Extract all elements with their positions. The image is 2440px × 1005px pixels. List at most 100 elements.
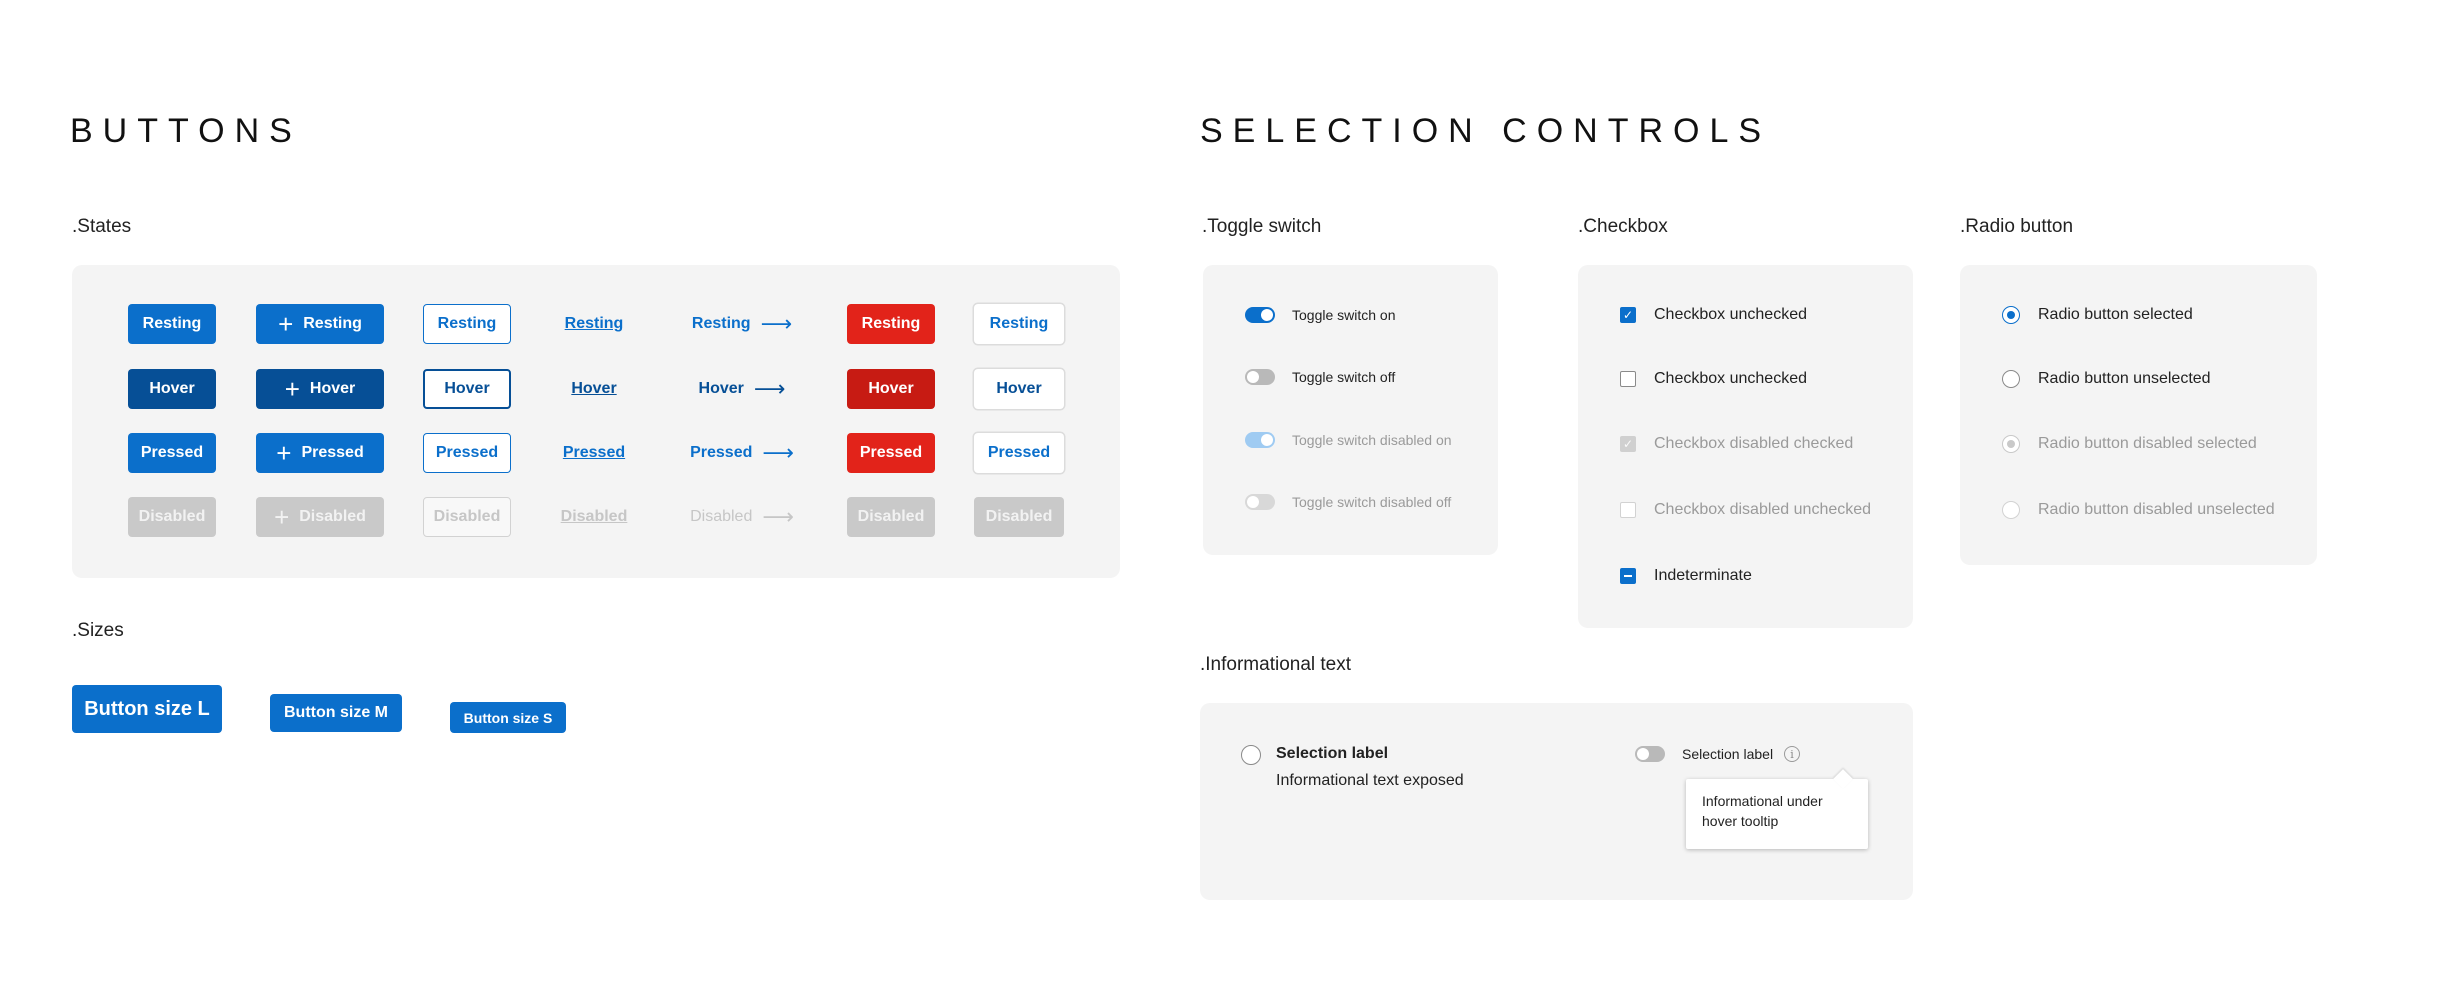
button-label: Resting xyxy=(691,315,751,332)
icon-button-pressed[interactable]: + Pressed xyxy=(256,433,384,473)
link-button-hover[interactable]: Hover xyxy=(550,369,638,409)
plus-icon: + xyxy=(276,438,292,468)
toggle-subtitle: .Toggle switch xyxy=(1202,216,1322,237)
button-label: Pressed xyxy=(435,444,499,461)
checkbox-subtitle: .Checkbox xyxy=(1578,216,1668,237)
danger-button-disabled: Disabled xyxy=(847,497,935,537)
toggle-switch-off[interactable] xyxy=(1245,369,1275,385)
selection-radio[interactable] xyxy=(1241,745,1261,765)
toggle-label: Toggle switch disabled on xyxy=(1292,432,1452,448)
button-label: Hover xyxy=(149,380,195,397)
tooltip-text: Informational under hover tooltip xyxy=(1702,793,1823,829)
states-subtitle: .States xyxy=(72,216,132,237)
button-label: Disabled xyxy=(433,508,501,525)
selection-section-title: SELECTION CONTROLS xyxy=(1200,112,1772,150)
button-label: Disabled xyxy=(560,508,628,525)
danger-button-pressed[interactable]: Pressed xyxy=(847,433,935,473)
button-size-l[interactable]: Button size L xyxy=(72,685,222,733)
outline-button-disabled: Disabled xyxy=(423,497,511,537)
button-label: Hover xyxy=(444,380,490,397)
button-label: Hover xyxy=(996,380,1042,397)
arrow-button-resting[interactable]: Resting ⟶ xyxy=(686,304,798,344)
info-icon[interactable]: i xyxy=(1784,746,1800,762)
primary-button-pressed[interactable]: Pressed xyxy=(128,433,216,473)
checkbox-label: Indeterminate xyxy=(1654,567,1752,584)
button-label: Pressed xyxy=(987,444,1051,461)
radio-selected[interactable] xyxy=(2002,306,2020,324)
toggle-switch-on[interactable] xyxy=(1245,307,1275,323)
radio-label: Radio button selected xyxy=(2038,306,2193,323)
icon-button-resting[interactable]: + Resting xyxy=(256,304,384,344)
arrow-right-icon: ⟶ xyxy=(762,440,794,465)
arrow-right-icon: ⟶ xyxy=(760,311,793,336)
button-label: Pressed xyxy=(690,444,753,461)
informational-text: Informational text exposed xyxy=(1276,772,1464,789)
arrow-right-icon: ⟶ xyxy=(753,376,786,401)
selection-label: Selection label xyxy=(1276,745,1389,762)
radio-label: Radio button disabled unselected xyxy=(2038,501,2275,518)
icon-button-hover[interactable]: + Hover xyxy=(256,369,384,409)
sizes-subtitle: .Sizes xyxy=(72,620,124,641)
button-size-m[interactable]: Button size M xyxy=(270,694,402,732)
button-label: Resting xyxy=(437,315,497,332)
selection-toggle[interactable] xyxy=(1635,746,1665,762)
danger-button-hover[interactable]: Hover xyxy=(847,369,935,409)
toggle-label: Toggle switch off xyxy=(1292,369,1396,385)
toggle-label: Toggle switch disabled off xyxy=(1292,494,1452,510)
button-size-s[interactable]: Button size S xyxy=(450,702,566,733)
primary-button-resting[interactable]: Resting xyxy=(128,304,216,344)
outline-button-resting[interactable]: Resting xyxy=(423,304,511,344)
link-button-resting[interactable]: Resting xyxy=(550,304,638,344)
button-label: Pressed xyxy=(859,444,923,461)
checkbox-label: Checkbox unchecked xyxy=(1654,370,1807,387)
checkbox-disabled-unchecked xyxy=(1620,502,1636,518)
radio-label: Radio button disabled selected xyxy=(2038,435,2257,452)
outline-button-pressed[interactable]: Pressed xyxy=(423,433,511,473)
arrow-button-pressed[interactable]: Pressed ⟶ xyxy=(686,433,798,473)
ghost-button-pressed[interactable]: Pressed xyxy=(974,433,1064,473)
toggle-label: Toggle switch on xyxy=(1292,307,1396,323)
button-label: Disabled xyxy=(690,508,753,525)
hover-tooltip: Informational under hover tooltip xyxy=(1686,769,1868,849)
checkbox-label: Checkbox unchecked xyxy=(1654,306,1807,323)
checkbox-unchecked[interactable] xyxy=(1620,371,1636,387)
checkbox-label: Checkbox disabled checked xyxy=(1654,435,1854,452)
button-label: Pressed xyxy=(562,444,626,461)
radio-disabled-selected xyxy=(2002,435,2020,453)
checkbox-indeterminate[interactable] xyxy=(1620,568,1636,584)
radio-disabled-unselected xyxy=(2002,501,2020,519)
link-button-pressed[interactable]: Pressed xyxy=(550,433,638,473)
link-button-disabled: Disabled xyxy=(550,497,638,537)
ghost-button-disabled: Disabled xyxy=(974,497,1064,537)
button-label: Resting xyxy=(564,315,624,332)
checkbox-checked[interactable]: ✓ xyxy=(1620,307,1636,323)
info-subtitle: .Informational text xyxy=(1200,654,1352,675)
button-label: Hover xyxy=(571,380,617,397)
arrow-button-hover[interactable]: Hover ⟶ xyxy=(686,369,798,409)
toggle-switch-disabled-off xyxy=(1245,494,1275,510)
radio-unselected[interactable] xyxy=(2002,370,2020,388)
arrow-button-disabled: Disabled ⟶ xyxy=(686,497,798,537)
danger-button-resting[interactable]: Resting xyxy=(847,304,935,344)
button-label: Pressed xyxy=(301,444,364,461)
button-label: Disabled xyxy=(985,508,1053,525)
button-label: Disabled xyxy=(138,508,206,525)
primary-button-hover[interactable]: Hover xyxy=(128,369,216,409)
plus-icon: + xyxy=(284,374,300,404)
button-label: Resting xyxy=(861,315,921,332)
outline-button-hover[interactable]: Hover xyxy=(423,369,511,409)
button-label: Hover xyxy=(698,380,744,397)
plus-icon: + xyxy=(278,309,294,339)
primary-button-disabled: Disabled xyxy=(128,497,216,537)
buttons-section-title: BUTTONS xyxy=(70,112,302,150)
arrow-right-icon: ⟶ xyxy=(762,504,794,529)
checkbox-label: Checkbox disabled unchecked xyxy=(1654,501,1872,518)
selection-toggle-label: Selection label xyxy=(1682,746,1774,762)
ghost-button-resting[interactable]: Resting xyxy=(974,304,1064,344)
button-label: Hover xyxy=(868,380,914,397)
toggle-switch-disabled-on xyxy=(1245,432,1275,448)
button-label: Disabled xyxy=(857,508,925,525)
checkbox-disabled-checked: ✓ xyxy=(1620,436,1636,452)
button-label: Pressed xyxy=(140,444,204,461)
ghost-button-hover[interactable]: Hover xyxy=(974,369,1064,409)
